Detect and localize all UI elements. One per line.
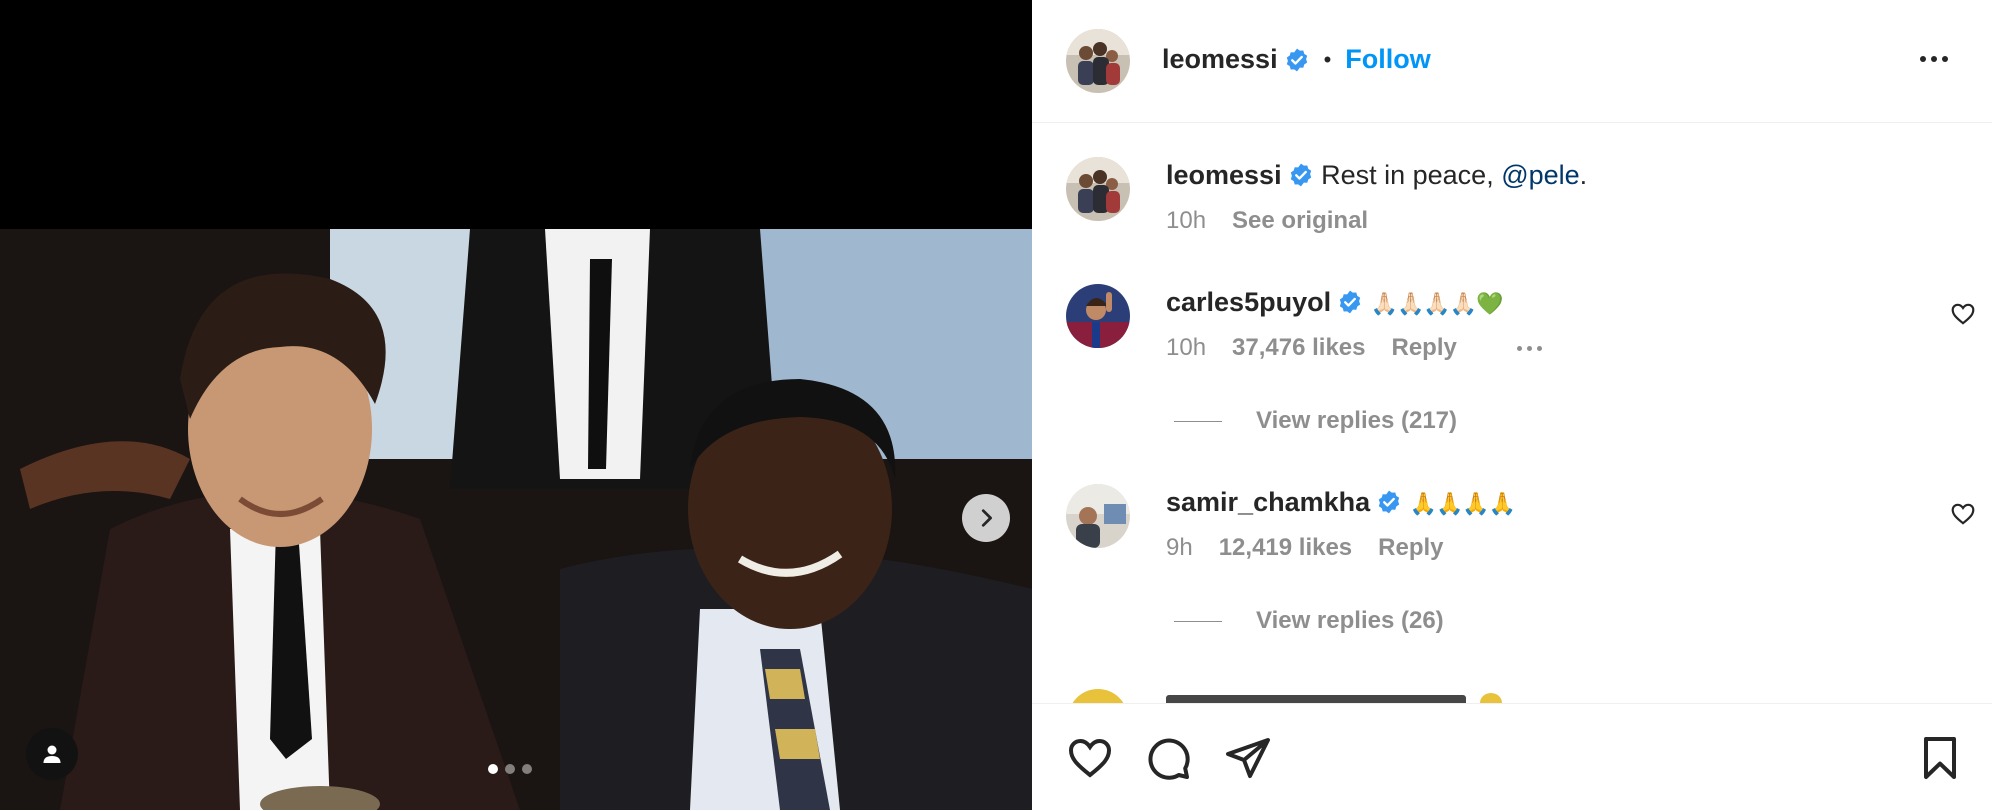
comment-time[interactable]: 10h [1166,334,1206,362]
bookmark-icon[interactable] [1916,734,1964,782]
follow-button[interactable]: Follow [1345,44,1430,75]
comments-list: leomessi Rest in peace, @pele. 10h See o… [1032,123,1992,703]
photo-illustration [0,229,1032,810]
verified-badge-icon [1337,289,1363,315]
post-header: leomessi • Follow [1032,0,1992,123]
comment-username[interactable]: samir_chamkha [1166,487,1370,517]
replies-divider [1174,620,1222,622]
comment-likes[interactable]: 37,476 likes [1232,334,1365,362]
post-details-panel: leomessi • Follow leomessi Rest in peace… [1032,0,1992,811]
caption-time[interactable]: 10h [1166,207,1206,235]
carousel-dot [522,764,532,774]
view-replies-button[interactable]: View replies (26) [1256,607,1444,635]
replies-divider [1174,420,1222,422]
caption-meta: 10h See original [1166,207,1368,235]
caption-text-end: . [1579,160,1588,190]
comment-meta: 10h 37,476 likes Reply [1166,334,1542,362]
chevron-right-icon [981,509,992,527]
comment-meta: 9h 12,419 likes Reply [1166,534,1444,562]
caption: leomessi Rest in peace, @pele. [1166,160,1587,191]
verified-badge-icon [1284,47,1310,73]
partial-emoji-glimpse [1480,693,1502,703]
partial-username-glimpse [1166,695,1466,703]
comment-reply-button[interactable]: Reply [1378,534,1443,562]
comment-avatar[interactable] [1066,284,1130,348]
verified-badge-icon [1288,162,1314,188]
more-options-icon[interactable] [1920,44,1960,74]
comment-icon[interactable] [1144,734,1192,782]
caption-text: Rest in peace, [1321,160,1502,190]
view-replies-button[interactable]: View replies (217) [1256,407,1457,435]
header-separator: • [1323,46,1332,72]
comment-row: samir_chamkha 🙏🙏🙏🙏 [1166,487,1517,518]
carousel-dot-active [488,764,498,774]
tagged-users-button[interactable] [26,728,78,780]
carousel-dot [505,764,515,774]
caption-username[interactable]: leomessi [1166,160,1282,190]
comment-like-heart-icon[interactable] [1950,301,1976,327]
caption-mention[interactable]: @pele [1501,160,1579,190]
comment-text: 🙏🏻🙏🏻🙏🏻🙏🏻💚 [1370,292,1504,317]
post-photo[interactable] [0,229,1032,810]
comment-more-icon[interactable] [1516,345,1542,351]
see-original-button[interactable]: See original [1232,207,1368,235]
comment-username[interactable]: carles5puyol [1166,287,1331,317]
comment-avatar-partial [1072,689,1124,703]
comment-reply-button[interactable]: Reply [1392,334,1457,362]
post-actions-bar [1032,703,1992,811]
post-media [0,0,1032,810]
carousel-indicator [488,764,532,774]
next-slide-button[interactable] [962,494,1010,542]
comment-avatar[interactable] [1066,484,1130,548]
view-replies-row: View replies (217) [1174,407,1457,435]
comment-row-partial[interactable] [1072,683,1802,703]
author-username[interactable]: leomessi [1162,44,1278,75]
share-icon[interactable] [1224,734,1272,782]
caption-avatar[interactable] [1066,157,1130,221]
comment-text: 🙏🙏🙏🙏 [1409,492,1517,517]
verified-badge-icon [1376,489,1402,515]
author-avatar[interactable] [1066,29,1130,93]
comment-like-heart-icon[interactable] [1950,501,1976,527]
author-block: leomessi • Follow [1162,44,1431,75]
comment-likes[interactable]: 12,419 likes [1219,534,1352,562]
heart-icon[interactable] [1066,734,1114,782]
view-replies-row: View replies (26) [1174,607,1444,635]
comment-row: carles5puyol 🙏🏻🙏🏻🙏🏻🙏🏻💚 [1166,287,1504,318]
user-tag-icon [43,745,61,763]
comment-time[interactable]: 9h [1166,534,1193,562]
